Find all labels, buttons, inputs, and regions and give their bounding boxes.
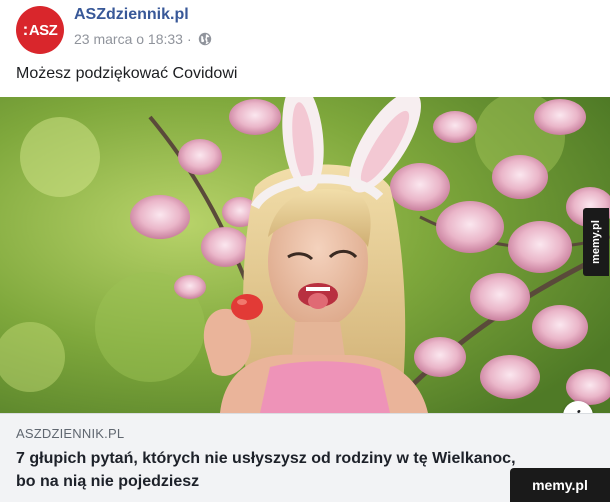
watermark-side-text: memy.pl bbox=[590, 220, 602, 264]
page-name-link[interactable]: ASZdziennik.pl bbox=[74, 6, 189, 24]
post-text: Możesz podziękować Covidowi bbox=[16, 65, 238, 82]
link-preview-image[interactable] bbox=[0, 97, 610, 413]
post-timestamp[interactable]: 23 marca o 18:33 bbox=[74, 31, 183, 47]
meta-separator: · bbox=[186, 31, 192, 47]
avatar-text: ASZ bbox=[28, 21, 58, 39]
link-title[interactable]: 7 głupich pytań, których nie usłyszysz o… bbox=[16, 447, 516, 493]
photo-easter-girl bbox=[0, 97, 610, 413]
link-domain: ASZDZIENNIK.PL bbox=[16, 426, 125, 441]
watermark-bottom: memy.pl bbox=[510, 468, 610, 502]
avatar-mark: : bbox=[22, 20, 29, 39]
globe-icon[interactable] bbox=[198, 32, 212, 46]
avatar[interactable]: : ASZ bbox=[16, 6, 64, 54]
post-header: : ASZ ASZdziennik.pl 23 marca o 18:33 · bbox=[0, 0, 610, 56]
watermark-side: memy.pl bbox=[583, 208, 609, 276]
post-meta: 23 marca o 18:33 · bbox=[74, 31, 212, 47]
